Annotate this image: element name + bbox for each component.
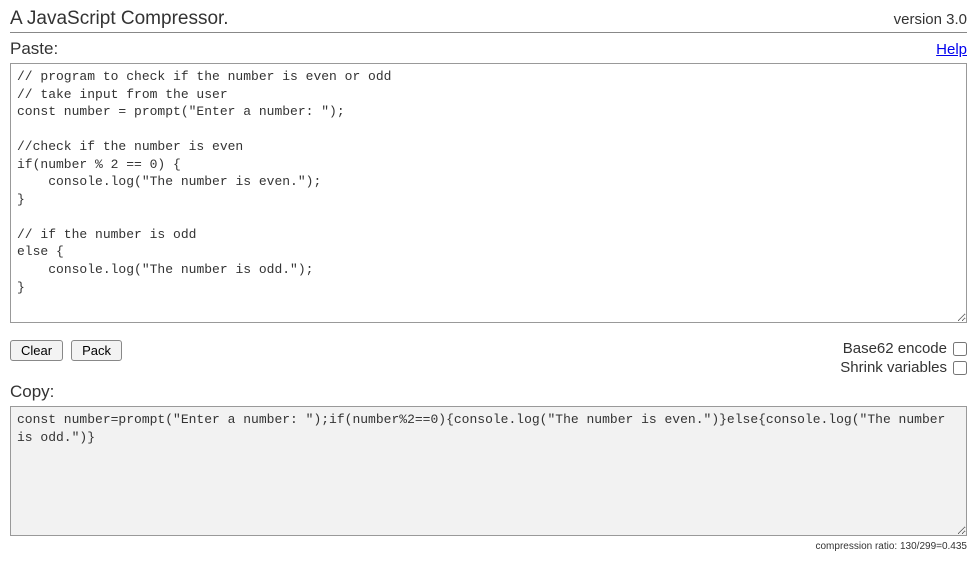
page-title: A JavaScript Compressor.: [10, 8, 229, 30]
paste-label: Paste:: [10, 39, 58, 59]
shrink-option-row: Shrink variables: [840, 359, 967, 376]
header: A JavaScript Compressor. version 3.0: [10, 8, 967, 33]
help-link[interactable]: Help: [936, 41, 967, 58]
button-group: Clear Pack: [10, 340, 122, 361]
controls-row: Clear Pack Base62 encode Shrink variable…: [10, 340, 967, 378]
pack-button[interactable]: Pack: [71, 340, 122, 361]
paste-header-row: Paste: Help: [10, 39, 967, 59]
shrink-checkbox[interactable]: [953, 361, 967, 375]
base62-option-row: Base62 encode: [840, 340, 967, 357]
input-textarea[interactable]: [10, 63, 967, 323]
options-group: Base62 encode Shrink variables: [840, 340, 967, 378]
version-label: version 3.0: [894, 11, 967, 28]
shrink-label: Shrink variables: [840, 359, 947, 376]
copy-label: Copy:: [10, 382, 967, 402]
clear-button[interactable]: Clear: [10, 340, 63, 361]
output-textarea[interactable]: [10, 406, 967, 536]
compression-ratio: compression ratio: 130/299=0.435: [10, 541, 967, 552]
base62-label: Base62 encode: [843, 340, 947, 357]
base62-checkbox[interactable]: [953, 342, 967, 356]
